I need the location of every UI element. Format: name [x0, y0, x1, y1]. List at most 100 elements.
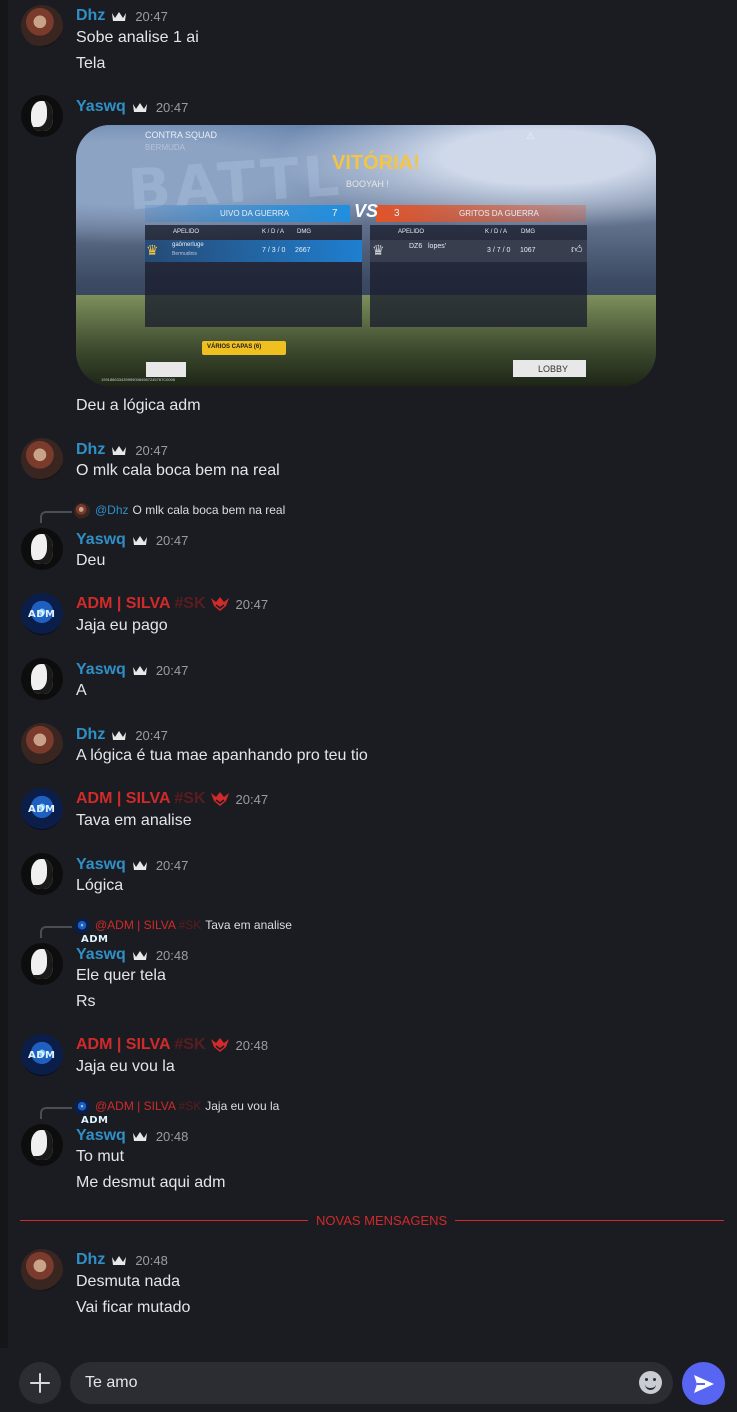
crown-icon: [111, 729, 127, 741]
avatar[interactable]: [21, 1034, 63, 1076]
timestamp: 20:47: [155, 662, 189, 678]
col-dmg: DMG: [297, 229, 311, 235]
message-text: Rs: [76, 993, 96, 1010]
col-apelido: APELIDO: [398, 229, 425, 235]
username[interactable]: Dhz: [76, 1251, 105, 1269]
reply-spine: [40, 1107, 72, 1119]
message-header: Yaswq 20:48: [76, 1126, 188, 1146]
message-header: Yaswq 20:47: [76, 855, 188, 875]
player-row-right: [370, 240, 587, 262]
crown-icon: [132, 859, 148, 871]
avatar[interactable]: [21, 723, 63, 765]
message-text: Jaja eu vou la: [76, 1058, 175, 1075]
timestamp: 20:47: [155, 857, 189, 873]
avatar[interactable]: [21, 788, 63, 830]
message-header: Dhz 20:47: [76, 440, 168, 460]
crown-icon: [132, 664, 148, 676]
message-text: Sobe analise 1 ai: [76, 29, 199, 46]
avatar[interactable]: [21, 1249, 63, 1291]
crown-icon: [132, 1130, 148, 1142]
add-attachment-button[interactable]: [19, 1362, 61, 1404]
message-text: To mut: [76, 1148, 125, 1165]
message-text: Desmuta nada: [76, 1273, 181, 1290]
timestamp: 20:47: [235, 791, 269, 807]
avatar[interactable]: [21, 1124, 63, 1166]
avatar[interactable]: [21, 95, 63, 137]
player-left-dmg: 2667: [295, 247, 311, 254]
username[interactable]: Yaswq: [76, 531, 126, 549]
team-right-score: 3: [394, 208, 400, 219]
message-header: ADM | SILVA #SK 20:47: [76, 594, 268, 614]
reply-spine: [40, 511, 72, 523]
rank-badge-icon: [210, 596, 230, 612]
avatar[interactable]: [21, 658, 63, 700]
message-header: Dhz 20:48: [76, 1250, 168, 1270]
like-icon: 👍︎: [571, 244, 583, 256]
timestamp: 20:47: [135, 442, 168, 458]
player-left-name: gaômerluge: [172, 242, 204, 248]
message-header: Yaswq 20:47: [76, 530, 188, 550]
player-right-dmg: 1067: [520, 247, 536, 254]
username[interactable]: Yaswq: [76, 946, 126, 964]
crown-icon: [132, 534, 148, 546]
avatar[interactable]: [21, 5, 63, 47]
send-button[interactable]: [682, 1362, 725, 1405]
timestamp: 20:47: [155, 532, 189, 548]
avatar[interactable]: [21, 593, 63, 635]
avatar[interactable]: [21, 853, 63, 895]
message-input[interactable]: [70, 1362, 673, 1404]
avatar[interactable]: [21, 943, 63, 985]
message-text: Tela: [76, 55, 106, 72]
username[interactable]: Yaswq: [76, 856, 126, 874]
username[interactable]: ADM | SILVA #SK: [76, 1036, 206, 1054]
avatar[interactable]: [21, 438, 63, 480]
match-id: 1991866334399990084987245767C0006: [101, 377, 176, 382]
rank-icon: ♛: [146, 242, 159, 258]
player-right-kda: 3 / 7 / 0: [487, 247, 511, 254]
crown-icon: [111, 444, 127, 456]
col-kda: K / D / A: [262, 229, 285, 235]
username[interactable]: ADM | SILVA #SK: [76, 790, 206, 808]
username[interactable]: Dhz: [76, 7, 105, 25]
timestamp: 20:47: [135, 727, 168, 743]
reply-author: @Dhz O mlk cala boca bem na real: [95, 503, 286, 517]
username[interactable]: ADM | SILVA #SK: [76, 595, 206, 613]
timestamp: 20:48: [155, 947, 189, 963]
message-header: ADM | SILVA #SK 20:48: [76, 1035, 268, 1055]
message-text: A lógica é tua mae apanhando pro teu tio: [76, 747, 368, 764]
capas-label: VÁRIOS CAPAS (6): [207, 344, 262, 350]
col-kda: K / D / A: [485, 229, 508, 235]
image-attachment[interactable]: BATTL CONTRA SQUAD BERMUDA VITÓRIA! BOOY…: [76, 125, 656, 386]
stats-tab: [146, 362, 186, 377]
message-text: Lógica: [76, 877, 124, 894]
username[interactable]: Dhz: [76, 726, 105, 744]
message-text: Ele quer tela: [76, 967, 166, 984]
message-list[interactable]: Dhz 20:47 Sobe analise 1 ai Tela Yaswq 2…: [0, 0, 737, 1348]
message-header: Yaswq 20:48: [76, 945, 188, 965]
username[interactable]: Yaswq: [76, 661, 126, 679]
timestamp: 20:47: [235, 596, 269, 612]
crown-icon: [111, 10, 127, 22]
avatar[interactable]: [21, 528, 63, 570]
reply-spine: [40, 926, 72, 938]
message-header: Dhz 20:47: [76, 6, 168, 26]
reply-author: @ADM | SILVA #SK Tava em analise: [95, 918, 292, 932]
message-header: Yaswq 20:47: [76, 660, 188, 680]
rank-badge-icon: [210, 791, 230, 807]
message-text: Vai ficar mutado: [76, 1299, 191, 1316]
player-right-tag: DZ6: [409, 243, 423, 250]
username[interactable]: Yaswq: [76, 98, 126, 116]
message-input-value[interactable]: Te amo: [85, 1374, 137, 1392]
team-left-name: UIVO DA GUERRA: [220, 209, 289, 218]
reply-avatar: [74, 503, 90, 519]
message-text: Deu: [76, 552, 106, 569]
message-text: A: [76, 682, 87, 699]
game-map: BERMUDA: [145, 143, 186, 152]
username[interactable]: Yaswq: [76, 1127, 126, 1145]
crown-icon: [132, 101, 148, 113]
message-text: Deu a lógica adm: [76, 397, 201, 414]
col-apelido: APELIDO: [173, 229, 200, 235]
emoji-icon[interactable]: [639, 1371, 662, 1394]
timestamp: 20:48: [235, 1037, 269, 1053]
username[interactable]: Dhz: [76, 441, 105, 459]
